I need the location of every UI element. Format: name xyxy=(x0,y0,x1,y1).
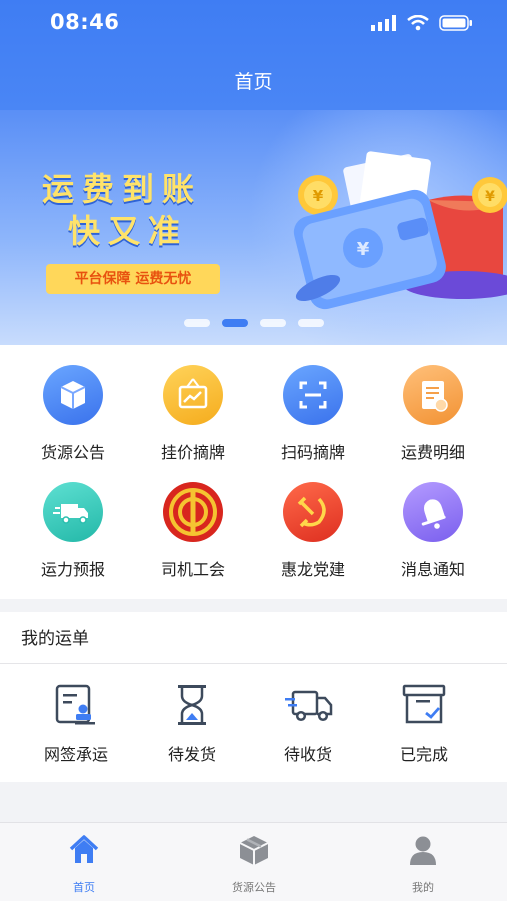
truck-icon xyxy=(43,482,103,542)
delivery-truck-icon xyxy=(285,690,333,722)
completed-box-icon xyxy=(402,684,446,724)
cube-icon xyxy=(239,836,269,865)
grid-label: 运力预报 xyxy=(40,560,105,579)
feature-grid: 货源公告 挂价摘牌 扫码摘牌 运费明细 运力预报 司机工会 惠龙党建 消息通知 xyxy=(0,345,507,599)
grid-label: 货源公告 xyxy=(40,443,105,462)
grid-item-driver-union[interactable]: 司机工会 xyxy=(133,482,253,580)
bottom-tabbar: 首页 货源公告 我的 xyxy=(0,822,507,901)
order-item-pending-receipt[interactable]: 待收货 xyxy=(253,682,363,765)
grid-label: 惠龙党建 xyxy=(280,560,345,579)
tab-mine[interactable]: 我的 xyxy=(368,833,478,895)
orders-divider xyxy=(0,663,507,664)
app-header: 08:46 首页 xyxy=(0,0,507,110)
grid-label: 消息通知 xyxy=(400,560,465,579)
banner-dot-2[interactable] xyxy=(221,319,248,327)
grid-label: 挂价摘牌 xyxy=(160,443,225,462)
order-item-pending-shipment[interactable]: 待发货 xyxy=(137,682,247,765)
wallet-illustration: ¥ ¥ ¥ xyxy=(293,151,507,310)
union-emblem-icon xyxy=(163,482,223,542)
slogan-line-2: 快又准 xyxy=(68,212,189,250)
bill-icon xyxy=(403,365,463,425)
svg-text:¥: ¥ xyxy=(313,187,324,205)
signal-icon xyxy=(371,15,396,31)
order-label: 待发货 xyxy=(167,745,216,764)
price-board-icon xyxy=(163,365,223,425)
status-icons xyxy=(371,15,473,31)
grid-item-freight-detail[interactable]: 运费明细 xyxy=(373,365,493,463)
grid-item-party-building[interactable]: 惠龙党建 xyxy=(253,482,373,580)
order-item-completed[interactable]: 已完成 xyxy=(369,682,479,765)
my-orders-panel: 我的运单 网签承运 待发货 待收货 已完成 xyxy=(0,612,507,782)
battery-icon xyxy=(439,15,472,31)
tab-label: 我的 xyxy=(412,881,434,894)
bell-icon xyxy=(403,482,463,542)
box-icon xyxy=(43,365,103,425)
tab-cargo-notice[interactable]: 货源公告 xyxy=(199,833,309,895)
svg-text:¥: ¥ xyxy=(485,189,495,205)
tab-label: 货源公告 xyxy=(232,881,276,894)
grid-item-scan-listing[interactable]: 扫码摘牌 xyxy=(253,365,373,463)
svg-text:¥: ¥ xyxy=(357,239,370,260)
order-label: 网签承运 xyxy=(43,745,108,764)
banner-slogan: 运费到账 快又准 xyxy=(42,168,202,252)
grid-item-notifications[interactable]: 消息通知 xyxy=(373,482,493,580)
grid-label: 扫码摘牌 xyxy=(280,443,345,462)
tab-home[interactable]: 首页 xyxy=(29,833,139,895)
order-label: 待收货 xyxy=(283,745,332,764)
home-icon xyxy=(69,835,99,863)
party-emblem-icon xyxy=(283,482,343,542)
page-title: 首页 xyxy=(234,71,273,93)
grid-label: 司机工会 xyxy=(160,560,225,579)
order-label: 已完成 xyxy=(399,745,448,764)
tab-label: 首页 xyxy=(73,881,95,894)
banner-dot-4[interactable] xyxy=(297,319,324,327)
banner-dot-3[interactable] xyxy=(259,319,286,327)
banner-tag: 平台保障 运费无忧 xyxy=(46,264,220,294)
grid-label: 运费明细 xyxy=(400,443,465,462)
order-item-signed[interactable]: 网签承运 xyxy=(21,682,131,765)
slogan-line-1: 运费到账 xyxy=(42,170,203,208)
wifi-icon xyxy=(407,15,429,31)
grid-item-price-listing[interactable]: 挂价摘牌 xyxy=(133,365,253,463)
contract-icon xyxy=(55,684,95,725)
scan-icon xyxy=(283,365,343,425)
grid-item-cargo-notice[interactable]: 货源公告 xyxy=(13,365,133,463)
status-time: 08:46 xyxy=(50,10,120,34)
hourglass-icon xyxy=(178,685,206,725)
promo-banner[interactable]: 运费到账 快又准 平台保障 运费无忧 ¥ ¥ ¥ xyxy=(0,110,507,345)
banner-pagination[interactable] xyxy=(0,319,507,327)
user-icon xyxy=(410,836,436,865)
grid-item-capacity-forecast[interactable]: 运力预报 xyxy=(13,482,133,580)
orders-title: 我的运单 xyxy=(21,629,89,649)
banner-dot-1[interactable] xyxy=(183,319,210,327)
